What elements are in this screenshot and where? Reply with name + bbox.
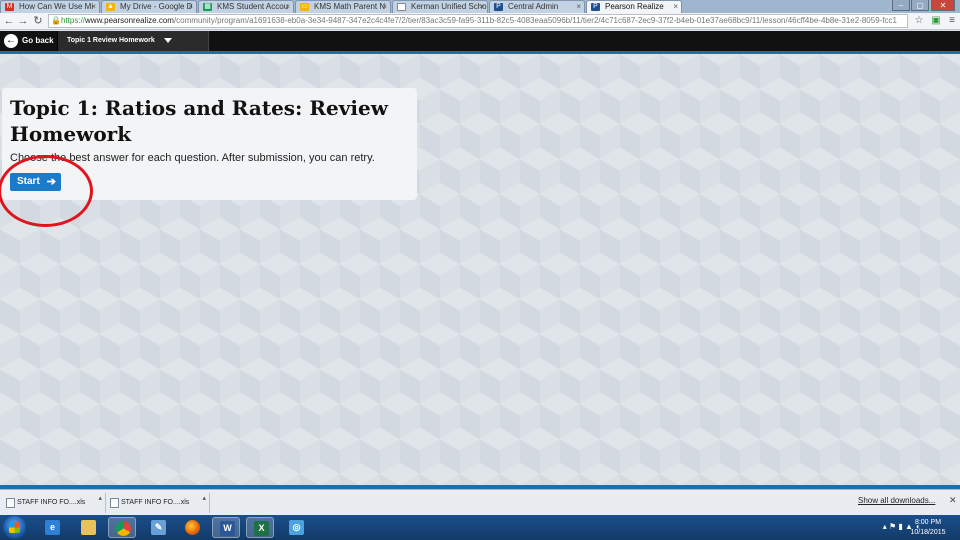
taskbar-firefox[interactable] — [178, 517, 206, 538]
window-close-button[interactable]: ✕ — [931, 0, 955, 11]
taskbar-explorer[interactable] — [74, 517, 102, 538]
clock-date: 10/18/2015 — [910, 529, 946, 536]
taskbar-clock[interactable]: 8:00 PM 10/18/2015 — [905, 518, 951, 538]
folder-icon — [81, 520, 96, 535]
close-icon[interactable]: × — [285, 1, 290, 13]
close-icon[interactable]: × — [576, 1, 581, 13]
sheets-icon: ▦ — [203, 3, 212, 11]
address-bar[interactable]: 🔒 https://www.pearsonrealize.com/communi… — [48, 14, 908, 28]
downloads-bar: STAFF INFO FO....xls ▴ STAFF INFO FO....… — [0, 489, 960, 515]
remote-desktop-icon: ◎ — [289, 520, 304, 535]
tab-label: KMS Student Accou — [217, 2, 289, 11]
download-filename: STAFF INFO FO....xls — [121, 499, 190, 506]
url-path: /community/program/a1691638-eb0a-3e34-94… — [173, 16, 897, 25]
xls-file-icon — [110, 498, 119, 508]
close-icon[interactable]: ✕ — [949, 495, 957, 506]
tab-kms-student[interactable]: ▦ KMS Student Accou × — [198, 0, 294, 13]
tab-label: KMS Math Parent N — [314, 2, 386, 11]
tab-label: My Drive - Google D — [120, 2, 193, 11]
maximize-button[interactable]: ▢ — [911, 0, 929, 11]
lesson-dropdown[interactable]: Topic 1 Review Homework — [57, 31, 209, 51]
close-icon[interactable]: × — [382, 1, 387, 13]
close-icon[interactable]: × — [673, 1, 678, 13]
go-back-button[interactable]: ← Go back — [4, 33, 54, 49]
pearson-icon: P — [591, 3, 600, 11]
gmail-icon: M — [5, 3, 14, 11]
annotation-circle — [0, 155, 93, 227]
reload-icon[interactable]: ↻ — [31, 14, 45, 28]
firefox-icon — [185, 520, 200, 535]
close-icon[interactable]: × — [91, 1, 96, 13]
excel-icon: X — [254, 521, 269, 536]
tab-google-drive[interactable]: ▲ My Drive - Google D × — [101, 0, 197, 13]
menu-icon[interactable]: ≡ — [946, 15, 958, 27]
taskbar-remote[interactable]: ◎ — [282, 517, 310, 538]
taskbar-excel[interactable]: X — [246, 517, 274, 538]
forward-arrow-icon[interactable]: → — [16, 14, 30, 28]
word-icon: W — [220, 521, 235, 536]
lock-icon: 🔒 — [51, 16, 61, 25]
back-arrow-icon[interactable]: ← — [2, 14, 16, 28]
windows-start-button[interactable] — [3, 516, 26, 539]
download-item[interactable]: STAFF INFO FO....xls ▴ — [4, 493, 106, 513]
slides-icon: ▭ — [300, 3, 309, 11]
main-content: Topic 1: Ratios and Rates: Review Homewo… — [0, 54, 960, 485]
taskbar-ie-pinned[interactable]: e — [38, 517, 66, 538]
clock-time: 8:00 PM — [914, 519, 942, 526]
paint-icon: ✎ — [151, 520, 166, 535]
tab-kms-math[interactable]: ▭ KMS Math Parent N × — [295, 0, 391, 13]
internet-explorer-icon: e — [45, 520, 60, 535]
minimize-button[interactable]: – — [892, 0, 910, 11]
back-arrow-icon: ← — [4, 34, 18, 48]
go-back-label: Go back — [22, 36, 54, 45]
browser-toolbar: ← → ↻ 🔒 https://www.pearsonrealize.com/c… — [0, 13, 960, 30]
tab-label: Kerman Unified Scho — [411, 2, 487, 11]
url-host: www.pearsonrealize.com — [85, 16, 174, 25]
extension-icon[interactable]: ▣ — [930, 15, 942, 27]
chevron-down-icon[interactable]: ▴ — [202, 489, 206, 509]
taskbar-paint[interactable]: ✎ — [144, 517, 172, 538]
tab-label: Pearson Realize — [605, 2, 664, 11]
chrome-icon — [116, 521, 131, 536]
tab-central-admin[interactable]: P Central Admin × — [489, 0, 585, 13]
chevron-down-icon[interactable]: ▴ — [98, 489, 102, 509]
browser-tab-strip: M How Can We Use Mi × ▲ My Drive - Googl… — [0, 0, 960, 13]
page-title: Topic 1: Ratios and Rates: Review Homewo… — [10, 96, 388, 146]
app-header: ← Go back Topic 1 Review Homework — [0, 31, 960, 51]
tab-label: How Can We Use Mi — [19, 2, 94, 11]
close-icon[interactable]: × — [188, 1, 193, 13]
drive-icon: ▲ — [106, 3, 115, 11]
download-item[interactable]: STAFF INFO FO....xls ▴ — [108, 493, 210, 513]
xls-file-icon — [6, 498, 15, 508]
chevron-down-icon — [163, 37, 172, 43]
page-icon — [397, 3, 406, 11]
bookmark-star-icon[interactable]: ☆ — [913, 15, 925, 27]
url-scheme: https:// — [61, 16, 86, 25]
tab-pearson-realize[interactable]: P Pearson Realize × — [586, 0, 682, 13]
windows-logo-icon — [9, 522, 20, 533]
show-all-downloads-link[interactable]: Show all downloads... — [858, 496, 935, 505]
download-filename: STAFF INFO FO....xls — [17, 499, 86, 506]
taskbar-chrome[interactable] — [108, 517, 136, 538]
windows-taskbar: e ✎ W X ◎ ▴ ⚑ ▮ ▲ ◖ 8:00 PM 10/18/2015 — [0, 515, 960, 540]
taskbar-word[interactable]: W — [212, 517, 240, 538]
tab-gmail[interactable]: M How Can We Use Mi × — [0, 0, 100, 13]
close-icon[interactable]: × — [479, 1, 484, 13]
tab-label: Central Admin — [508, 2, 559, 11]
tab-kerman-unified[interactable]: Kerman Unified Scho × — [392, 0, 488, 13]
pearson-icon: P — [494, 3, 503, 11]
lesson-title: Topic 1 Review Homework — [67, 37, 155, 44]
